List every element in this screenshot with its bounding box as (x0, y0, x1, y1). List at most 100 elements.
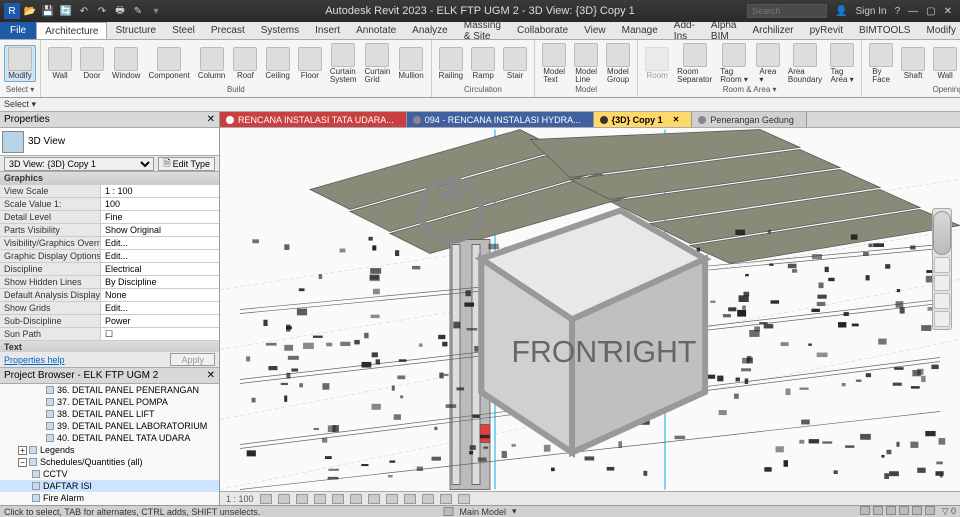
edit-type-button[interactable]: 🗎Edit Type (158, 157, 215, 171)
steering-wheel-icon[interactable] (933, 211, 951, 255)
tool-shaft[interactable]: Shaft (898, 46, 928, 81)
drawing-canvas[interactable]: FRONT RIGHT (220, 128, 960, 491)
expand-icon[interactable]: + (18, 446, 27, 455)
prop-value[interactable]: Edit... (100, 302, 219, 314)
prop-value[interactable]: Electrical (100, 263, 219, 275)
tool-railing[interactable]: Railing (436, 46, 466, 81)
prop-value[interactable]: ☐ (100, 328, 219, 340)
vc-detail-icon[interactable] (260, 494, 272, 504)
vc-render-icon[interactable] (332, 494, 344, 504)
qa-open-icon[interactable]: 📂 (22, 3, 38, 19)
menu-tab-steel[interactable]: Steel (164, 22, 203, 39)
tool-floor[interactable]: Floor (295, 46, 325, 81)
prop-value[interactable]: Edit... (100, 237, 219, 249)
qa-sync-icon[interactable]: 🔄 (58, 3, 74, 19)
menu-tab-alpha-bim[interactable]: Alpha BIM (703, 22, 745, 39)
tree-item[interactable]: Kabel Feeder Listrik (0, 504, 219, 505)
prop-value[interactable]: Show Original (100, 224, 219, 236)
view-cube[interactable]: FRONT RIGHT (220, 150, 942, 491)
menu-tab-view[interactable]: View (576, 22, 614, 39)
prop-value[interactable]: 100 (100, 198, 219, 210)
tool-wall[interactable]: Wall (45, 46, 75, 81)
tree-item[interactable]: 38. DETAIL PANEL LIFT (0, 408, 219, 420)
prop-value[interactable]: 1 : 100 (100, 185, 219, 197)
tool-mullion[interactable]: Mullion (395, 46, 426, 81)
vc-lock-icon[interactable] (386, 494, 398, 504)
vc-shadows-icon[interactable] (314, 494, 326, 504)
vc-constraints-icon[interactable] (458, 494, 470, 504)
tool-model-group[interactable]: ModelGroup (603, 42, 633, 85)
qa-measure-icon[interactable]: ✎ (130, 3, 146, 19)
tool-modify[interactable]: Modify (4, 45, 36, 82)
tool-stair[interactable]: Stair (500, 46, 530, 81)
menu-tab-systems[interactable]: Systems (253, 22, 307, 39)
apply-button[interactable]: Apply (170, 353, 215, 366)
minimize-icon[interactable]: — (908, 6, 918, 17)
vc-sunpath-icon[interactable] (296, 494, 308, 504)
tool-wall[interactable]: Wall (930, 46, 960, 81)
signin-link[interactable]: Sign In (855, 6, 886, 17)
tool-roof[interactable]: Roof (230, 46, 260, 81)
tool-ramp[interactable]: Ramp (468, 46, 498, 81)
tool-model-line[interactable]: ModelLine (571, 42, 601, 85)
prop-value[interactable]: None (100, 289, 219, 301)
tool-curtain-grid[interactable]: CurtainGrid (362, 42, 394, 85)
properties-help-link[interactable]: Properties help (4, 355, 65, 365)
view-tab[interactable]: {3D} Copy 1✕ (594, 112, 693, 127)
menu-tab-insert[interactable]: Insert (307, 22, 348, 39)
tree-item[interactable]: −Schedules/Quantities (all) (0, 456, 219, 468)
tool-door[interactable]: Door (77, 46, 107, 81)
qa-save-icon[interactable]: 💾 (40, 3, 56, 19)
view-tab[interactable]: RENCANA INSTALASI TATA UDARA... (220, 112, 407, 127)
menu-tab-precast[interactable]: Precast (203, 22, 253, 39)
sb-link-icon[interactable] (873, 506, 883, 515)
tree-item[interactable]: +Legends (0, 444, 219, 456)
vc-temp-hide-icon[interactable] (404, 494, 416, 504)
tool-curtain-system[interactable]: CurtainSystem (327, 42, 360, 85)
sb-drag-icon[interactable] (912, 506, 922, 515)
tree-item[interactable]: 40. DETAIL PANEL TATA UDARA (0, 432, 219, 444)
menu-tab-structure[interactable]: Structure (107, 22, 164, 39)
prop-value[interactable]: Power (100, 315, 219, 327)
tool-room-separator[interactable]: RoomSeparator (674, 42, 715, 85)
menu-tab-collaborate[interactable]: Collaborate (509, 22, 576, 39)
tool-tag-room-[interactable]: TagRoom ▾ (717, 42, 751, 85)
help-icon[interactable]: ? (895, 6, 901, 17)
lookat-icon[interactable] (934, 311, 950, 327)
tab-close-icon[interactable]: ✕ (673, 115, 680, 124)
user-icon[interactable]: 👤 (835, 6, 847, 17)
menu-tab-bimtools[interactable]: BIMTOOLS (851, 22, 919, 39)
qa-undo-icon[interactable]: ↶ (76, 3, 92, 19)
menu-tab-architecture[interactable]: Architecture (36, 22, 107, 39)
search-input[interactable] (747, 4, 827, 18)
prop-value[interactable]: By Discipline (100, 276, 219, 288)
app-menu-icon[interactable]: R (4, 3, 20, 19)
vc-analytical-icon[interactable] (440, 494, 452, 504)
select-dropdown[interactable]: Select ▾ (0, 98, 960, 112)
model-indicator[interactable]: Main Model (459, 507, 506, 517)
sb-select-icon[interactable] (860, 506, 870, 515)
vc-reveal-icon[interactable] (422, 494, 434, 504)
sb-face-icon[interactable] (899, 506, 909, 515)
menu-tab-add-ins[interactable]: Add-Ins (666, 22, 703, 39)
tree-item[interactable]: 37. DETAIL PANEL POMPA (0, 396, 219, 408)
sb-workset-icon[interactable] (443, 507, 453, 516)
project-browser-tree[interactable]: 36. DETAIL PANEL PENERANGAN37. DETAIL PA… (0, 384, 219, 505)
prop-value[interactable]: Fine (100, 211, 219, 223)
qa-more-icon[interactable]: ▾ (148, 3, 164, 19)
tool-room[interactable]: Room (642, 46, 672, 81)
tool-window[interactable]: Window (109, 46, 143, 81)
menu-tab-analyze[interactable]: Analyze (404, 22, 456, 39)
model-dropdown-icon[interactable]: ▾ (512, 506, 517, 517)
menu-tab-modify[interactable]: Modify (918, 22, 960, 39)
tool-area-[interactable]: Area▾ (753, 42, 783, 85)
prop-value[interactable]: Edit... (100, 250, 219, 262)
menu-tab-annotate[interactable]: Annotate (348, 22, 404, 39)
tool-area-boundary[interactable]: AreaBoundary (785, 42, 825, 85)
orbit-icon[interactable] (934, 293, 950, 309)
vc-crop-icon[interactable] (350, 494, 362, 504)
close-icon[interactable]: ✕ (944, 6, 952, 17)
sb-pin-icon[interactable] (886, 506, 896, 515)
type-selector[interactable]: 3D View (0, 128, 219, 156)
tree-item[interactable]: CCTV (0, 468, 219, 480)
